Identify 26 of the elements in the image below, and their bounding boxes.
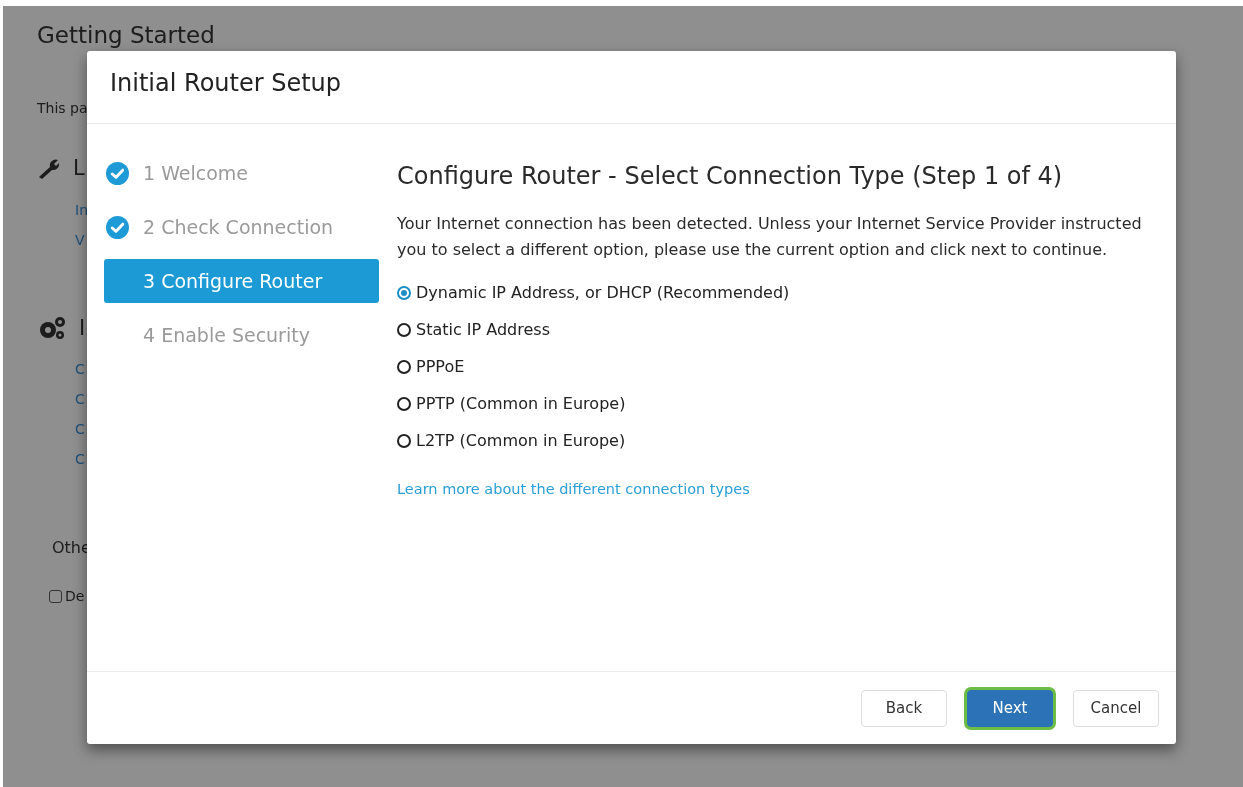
gears-icon <box>37 315 67 342</box>
dialog-title: Initial Router Setup <box>110 69 343 98</box>
dialog-button[interactable]: Next <box>967 689 1053 727</box>
wrench-icon <box>37 157 61 180</box>
wizard-step[interactable]: 4 Enable Security <box>104 313 379 357</box>
wizard-step[interactable]: 3 Configure Router <box>104 259 379 303</box>
wizard-step[interactable]: 1 Welcome <box>104 151 379 195</box>
step-heading: Configure Router - Select Connection Type (Step 1 of 4) <box>397 162 1064 191</box>
wizard-step[interactable]: 2 Check Connection <box>104 205 379 249</box>
section-heading: L <box>73 155 85 182</box>
checkbox-label: De <box>65 587 85 606</box>
radio-option[interactable]: Static IP Address <box>397 311 1146 349</box>
learn-more-link[interactable]: Learn more about the different connection types <box>397 478 750 501</box>
check-circle-icon <box>106 161 129 185</box>
radio-option[interactable]: PPTP (Common in Europe) <box>397 385 1146 423</box>
page-title: Getting Started <box>37 21 216 50</box>
section-heading: I <box>79 314 86 342</box>
checkbox[interactable] <box>49 590 62 603</box>
radio-option[interactable]: PPPoE <box>397 348 1146 386</box>
radio-option[interactable]: L2TP (Common in Europe) <box>397 422 1146 460</box>
intro-text: This pa <box>37 99 89 118</box>
dialog-button[interactable]: Cancel <box>1073 689 1159 727</box>
radio-option[interactable]: Dynamic IP Address, or DHCP (Recommended) <box>397 274 1146 312</box>
dialog-button[interactable]: Back <box>861 689 947 727</box>
check-circle-icon <box>106 215 129 239</box>
description-text: Your Internet connection has been detected. Unless your Internet Service Provider instructed you to select a different option, please use the current option and click next to continue. <box>397 212 1143 261</box>
